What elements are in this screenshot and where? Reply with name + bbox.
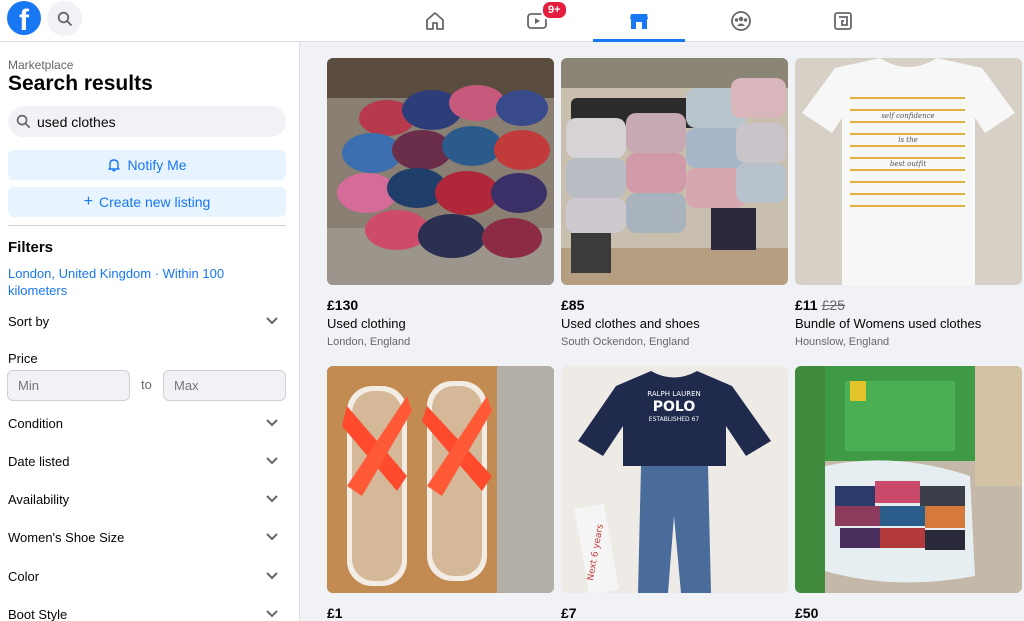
shoe-size-filter[interactable]: Women's Shoe Size [8, 525, 286, 549]
sort-by-filter[interactable]: Sort by [8, 309, 286, 333]
filter-label: Condition [8, 415, 63, 431]
breadcrumb[interactable]: Marketplace [8, 58, 73, 72]
price-value: £50 [795, 605, 819, 621]
logo-letter: f [19, 4, 29, 35]
shirt-text: self confidence [881, 112, 934, 120]
shirt-text: is the [898, 136, 918, 144]
listing-location: South Ockendon, England [561, 336, 690, 348]
marketplace-search[interactable] [8, 106, 286, 137]
date-listed-filter[interactable]: Date listed [8, 449, 286, 473]
groups-icon [731, 11, 751, 31]
bell-icon [108, 159, 121, 172]
listing-price: £7 [561, 605, 577, 621]
facebook-logo[interactable]: f [7, 1, 41, 35]
page-title: Search results [8, 72, 153, 95]
marketplace-sidebar: Marketplace Search results Notify Me + C… [0, 42, 300, 621]
nav-home[interactable] [389, 0, 481, 42]
nav-gaming[interactable] [797, 0, 889, 42]
top-navigation-bar: f 9+ [0, 0, 1024, 42]
create-listing-label: Create new listing [99, 194, 211, 210]
chevron-down-icon [266, 419, 278, 427]
listing-card[interactable]: RALPH LAUREN POLO ESTABLISHED 67 Next 6 … [561, 366, 788, 621]
notification-badge: 9+ [541, 0, 568, 20]
listing-photo[interactable] [795, 366, 1022, 593]
chevron-down-icon [266, 533, 278, 541]
listing-title: Bundle of Womens used clothes [795, 316, 982, 331]
listing-card[interactable]: £1 [327, 366, 554, 621]
listing-photo[interactable]: RALPH LAUREN POLO ESTABLISHED 67 Next 6 … [561, 366, 788, 593]
listing-title: Used clothing [327, 316, 406, 331]
filters-heading: Filters [8, 239, 54, 256]
listing-photo[interactable] [327, 366, 554, 593]
price-value: £11 [795, 297, 818, 313]
plus-icon: + [83, 193, 94, 210]
listing-location: Hounslow, England [795, 336, 890, 348]
divider [8, 225, 286, 226]
listing-price: £130 [327, 297, 358, 313]
search-input[interactable] [37, 113, 267, 130]
listing-location: London, England [327, 336, 411, 348]
listing-title: Used clothes and shoes [561, 316, 700, 331]
polo-word-text: POLO [653, 399, 696, 415]
polo-est-text: ESTABLISHED 67 [649, 416, 700, 423]
color-filter[interactable]: Color [8, 564, 286, 588]
search-button[interactable] [47, 1, 82, 36]
chevron-down-icon [266, 495, 278, 503]
listing-card[interactable]: £50 [795, 366, 1022, 621]
min-price-input[interactable] [7, 370, 130, 401]
marketplace-icon [630, 14, 648, 29]
search-icon [57, 11, 72, 26]
listing-price: £50 [795, 605, 818, 621]
search-icon [16, 114, 30, 128]
location-filter-link[interactable]: London, United Kingdom · Within 100 kilo… [8, 265, 258, 299]
max-price-input[interactable] [163, 370, 286, 401]
create-listing-button[interactable]: + Create new listing [8, 187, 286, 217]
price-value: £1 [327, 605, 343, 621]
gaming-icon [834, 12, 852, 30]
polo-brand-text: RALPH LAUREN [647, 390, 700, 398]
filter-label: Women's Shoe Size [8, 529, 125, 545]
filter-label: Boot Style [8, 606, 68, 621]
shirt-text: best outfit [890, 160, 926, 168]
price-value: £130 [327, 297, 359, 313]
chevron-down-icon [266, 317, 278, 325]
listing-card[interactable]: £130 Used clothing London, England [327, 58, 554, 348]
nav-marketplace[interactable] [593, 0, 685, 42]
chevron-down-icon [266, 572, 278, 580]
chevron-down-icon [266, 610, 278, 618]
price-value: £7 [561, 605, 577, 621]
condition-filter[interactable]: Condition [8, 411, 286, 435]
home-icon [426, 12, 444, 30]
price-label: Price [8, 351, 38, 366]
notify-me-button[interactable]: Notify Me [8, 150, 286, 180]
listing-photo[interactable] [327, 58, 554, 285]
filter-label: Date listed [8, 453, 70, 469]
availability-filter[interactable]: Availability [8, 487, 286, 511]
filter-label: Availability [8, 491, 70, 507]
listing-price: £1 [327, 605, 343, 621]
listing-photo[interactable]: self confidence is the best outfit [795, 58, 1022, 285]
original-price: £25 [821, 297, 845, 313]
nav-groups[interactable] [695, 0, 787, 42]
boot-style-filter[interactable]: Boot Style [8, 602, 286, 621]
notify-me-label: Notify Me [127, 157, 187, 173]
filter-label: Color [8, 568, 40, 584]
listing-card[interactable]: £85 Used clothes and shoes South Ockendo… [561, 58, 788, 348]
listing-photo[interactable] [561, 58, 788, 285]
listing-price: £85 [561, 297, 584, 313]
listing-card[interactable]: self confidence is the best outfit £11 £2… [795, 58, 1022, 348]
listing-price: £11 £25 [795, 297, 845, 313]
price-to-label: to [141, 377, 152, 392]
filter-label: Sort by [8, 313, 50, 329]
chevron-down-icon [266, 457, 278, 465]
price-value: £85 [561, 297, 585, 313]
nav-watch[interactable]: 9+ [491, 0, 583, 42]
